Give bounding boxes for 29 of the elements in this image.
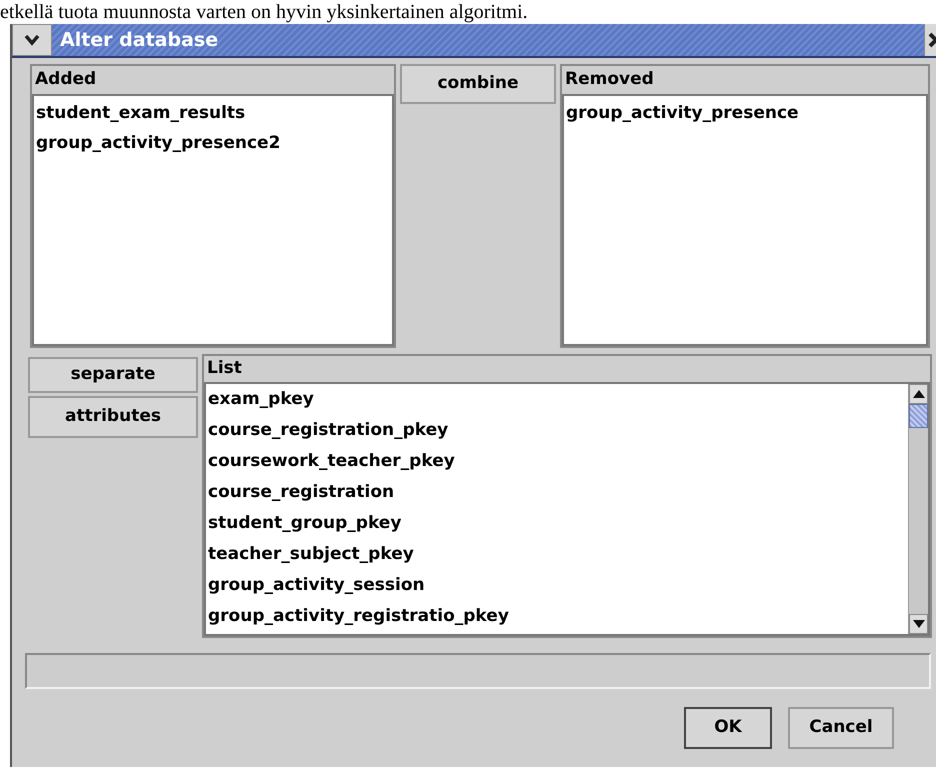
scrollbar[interactable] xyxy=(908,384,928,634)
window-title: Alter database xyxy=(60,28,220,53)
panel-header: Removed xyxy=(564,68,655,91)
panel-header: List xyxy=(206,357,243,380)
scroll-thumb[interactable] xyxy=(909,404,928,428)
scroll-up-button[interactable] xyxy=(909,384,928,404)
list-item[interactable]: teacher_subject_pkey xyxy=(208,539,906,570)
list-item[interactable]: group_activity_session xyxy=(208,570,906,601)
combine-button[interactable]: combine xyxy=(400,64,556,104)
caption-text: etkellä tuota muunnosta varten on hyvin yksinkertainen algoritmi. xyxy=(0,0,528,24)
cancel-button[interactable]: Cancel xyxy=(788,707,894,749)
list-item[interactable]: course_registration xyxy=(208,477,906,508)
list-item[interactable]: group_activity_presence2 xyxy=(36,128,390,158)
list-item[interactable]: student_exam_results xyxy=(36,98,390,128)
triangle-down-icon xyxy=(912,620,924,628)
list-item[interactable]: exam_pkey xyxy=(208,384,906,415)
panel-header: Added xyxy=(34,68,98,91)
list-item[interactable]: student_group_pkey xyxy=(208,508,906,539)
side-button[interactable]: separate xyxy=(28,357,198,393)
scroll-down-button[interactable] xyxy=(909,614,928,634)
ok-button[interactable]: OK xyxy=(684,707,772,749)
chevron-down-icon xyxy=(24,34,40,46)
triangle-up-icon xyxy=(912,390,924,398)
list-item[interactable]: course_registration_pkey xyxy=(208,415,906,446)
list-item[interactable]: group_activity_registratio_pkey xyxy=(208,601,906,632)
list-item[interactable]: group_activity_presence xyxy=(566,98,924,128)
side-button[interactable]: attributes xyxy=(28,396,198,438)
list-item[interactable]: coursework_teacher_pkey xyxy=(208,446,906,477)
collapse-button[interactable] xyxy=(12,24,52,56)
